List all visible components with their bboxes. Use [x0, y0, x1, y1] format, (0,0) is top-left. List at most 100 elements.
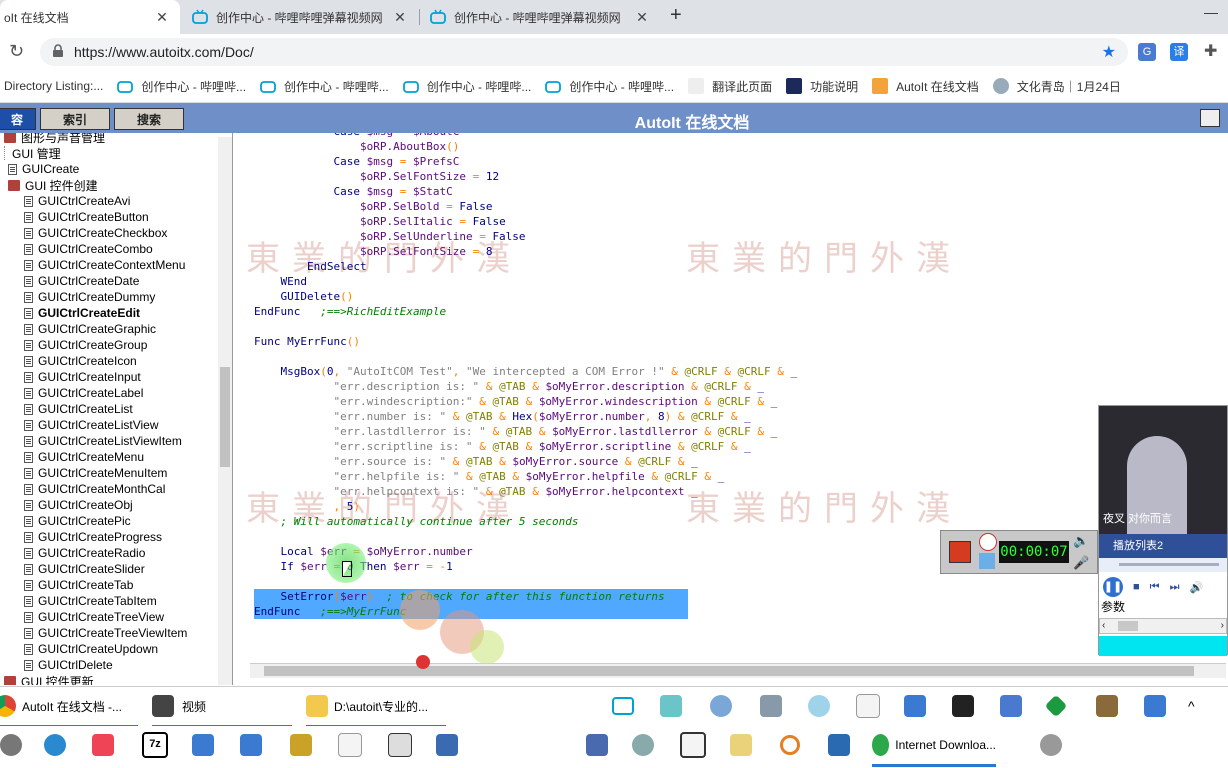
scrollbar-thumb[interactable]: [220, 367, 230, 467]
address-bar[interactable]: https://www.autoitx.com/Doc/ ★: [40, 38, 1128, 66]
taskbar-app[interactable]: [808, 687, 830, 725]
tree-scrollbar[interactable]: [218, 137, 232, 685]
taskbar-app[interactable]: [1144, 687, 1166, 725]
tree-item[interactable]: GUICtrlCreateDummy: [24, 289, 155, 305]
tree-item[interactable]: GUICtrlCreateTreeView: [24, 609, 164, 625]
tree-item[interactable]: GUICtrlCreateListView: [24, 417, 158, 433]
star-icon[interactable]: ★: [1102, 42, 1116, 62]
bookmark-autoit-docs[interactable]: AutoIt 在线文档: [872, 78, 979, 95]
taskbar-app[interactable]: [192, 726, 214, 764]
tree-item[interactable]: GUI 控件创建: [8, 177, 98, 193]
bookmark-bilibili[interactable]: 创作中心 - 哔哩哔...: [402, 78, 531, 95]
tree-item[interactable]: GUICtrlCreateMenu: [24, 449, 144, 465]
volume-icon[interactable]: 🔊: [1189, 581, 1203, 594]
close-icon[interactable]: ✕: [634, 9, 650, 26]
taskbar-app[interactable]: [710, 687, 732, 725]
taskbar-app[interactable]: [952, 687, 974, 725]
taskbar-app[interactable]: [730, 726, 752, 764]
taskbar-app[interactable]: [904, 687, 926, 725]
seek-bar[interactable]: [1099, 558, 1227, 572]
taskbar-app[interactable]: [1040, 726, 1062, 764]
tree-item[interactable]: GUICtrlCreateContextMenu: [24, 257, 185, 273]
tree-item[interactable]: GUICtrlCreatePic: [24, 513, 131, 529]
taskbar-idm[interactable]: Internet Downloa...: [872, 726, 996, 767]
close-icon[interactable]: ✕: [154, 9, 170, 26]
mic-icon[interactable]: 🎤: [1073, 555, 1089, 571]
tree-item[interactable]: GUICtrlCreateButton: [24, 209, 149, 225]
tree-item[interactable]: GUI 控件更新: [4, 673, 94, 685]
tree-item[interactable]: GUICtrlCreateIcon: [24, 353, 137, 369]
taskbar-app[interactable]: [632, 726, 654, 764]
stop-button[interactable]: ■: [1133, 581, 1140, 593]
new-tab-button[interactable]: +: [670, 4, 682, 27]
taskbar-app[interactable]: [388, 726, 412, 764]
bookmark-culture-qingdao[interactable]: 文化青岛｜1月24日: [992, 78, 1121, 95]
taskbar-app[interactable]: [856, 687, 880, 725]
taskbar-app[interactable]: [1096, 687, 1118, 725]
tree-item[interactable]: GUICtrlCreateListViewItem: [24, 433, 182, 449]
pause-button[interactable]: ❚❚: [1103, 577, 1123, 597]
taskbar-video[interactable]: 视频: [152, 687, 292, 728]
minimize-button[interactable]: —: [1204, 4, 1218, 20]
pause-icon[interactable]: [979, 553, 995, 569]
translate-extension-icon[interactable]: G: [1138, 43, 1156, 61]
tree-item[interactable]: GUICtrlCreateSlider: [24, 561, 145, 577]
taskbar-app[interactable]: [660, 687, 682, 725]
tab-bilibili-1[interactable]: 创作中心 - 哔哩哔哩弹幕视频网 ✕: [182, 0, 418, 34]
taskbar-app[interactable]: [240, 726, 262, 764]
tree-item[interactable]: GUICtrlCreateEdit: [24, 305, 140, 321]
tree-item[interactable]: GUICtrlCreateGroup: [24, 337, 147, 353]
tree-item[interactable]: GUICtrlCreateGraphic: [24, 321, 156, 337]
tab-search[interactable]: 搜索: [114, 108, 184, 130]
tree-item[interactable]: GUICtrlCreateObj: [24, 497, 133, 513]
taskbar-explorer[interactable]: D:\autoit\专业的...: [306, 687, 446, 728]
tree-item[interactable]: GUI 管理: [4, 145, 61, 161]
bookmark-translate[interactable]: 翻译此页面: [688, 78, 772, 95]
tree-item[interactable]: GUICreate: [8, 161, 79, 177]
tree-item[interactable]: GUICtrlCreateMenuItem: [24, 465, 167, 481]
taskbar-app[interactable]: [828, 726, 850, 764]
taskbar-app[interactable]: [1044, 687, 1068, 725]
content-hscrollbar[interactable]: [250, 663, 1226, 678]
bookmark-directory-listing[interactable]: Directory Listing:...: [4, 79, 103, 93]
taskbar-app[interactable]: [760, 687, 782, 725]
extensions-icon[interactable]: ✚: [1204, 41, 1217, 61]
tree-item[interactable]: GUICtrlCreateRadio: [24, 545, 145, 561]
tree-item[interactable]: GUICtrlCreateMonthCal: [24, 481, 165, 497]
taskbar-app[interactable]: [92, 726, 114, 764]
params-scrollbar[interactable]: ‹ ›: [1099, 618, 1227, 634]
print-icon[interactable]: [1200, 109, 1220, 127]
taskbar-app[interactable]: [680, 726, 706, 764]
next-button[interactable]: ⏭: [1170, 581, 1180, 594]
taskbar-bilibili[interactable]: [612, 687, 634, 725]
taskbar-chrome[interactable]: AutoIt 在线文档 -...: [0, 687, 138, 728]
bookmark-function[interactable]: 功能说明: [786, 78, 858, 95]
tree-item[interactable]: GUICtrlCreateAvi: [24, 193, 130, 209]
translate-icon[interactable]: 译: [1170, 43, 1188, 61]
taskbar-app[interactable]: [338, 726, 362, 764]
tree-item[interactable]: 图形与声音管理: [4, 133, 105, 145]
tree-item[interactable]: GUICtrlCreateCombo: [24, 241, 153, 257]
tree-item[interactable]: GUICtrlCreateInput: [24, 369, 141, 385]
tree-item[interactable]: GUICtrlCreateTabItem: [24, 593, 157, 609]
tab-autoit-docs[interactable]: oIt 在线文档 ✕: [0, 0, 180, 34]
scrollbar-thumb[interactable]: [264, 666, 1194, 676]
tree-item[interactable]: GUICtrlCreateProgress: [24, 529, 162, 545]
taskbar-app[interactable]: [780, 726, 800, 764]
taskbar-7zip[interactable]: 7z: [142, 726, 168, 764]
taskbar-app[interactable]: [436, 726, 458, 764]
tree-item[interactable]: GUICtrlCreateCheckbox: [24, 225, 167, 241]
tree-item[interactable]: GUICtrlCreateDate: [24, 273, 139, 289]
tab-bilibili-2[interactable]: 创作中心 - 哔哩哔哩弹幕视频网 ✕: [420, 0, 660, 34]
tree-item[interactable]: GUICtrlCreateList: [24, 401, 133, 417]
taskbar-app[interactable]: [586, 726, 608, 764]
tree-item[interactable]: GUICtrlCreateUpdown: [24, 641, 158, 657]
tab-index[interactable]: 索引: [40, 108, 110, 130]
tree-item[interactable]: GUICtrlDelete: [24, 657, 113, 673]
taskbar-app[interactable]: [0, 726, 22, 764]
previous-button[interactable]: ⏮: [1150, 581, 1160, 594]
tray-chevron[interactable]: ^: [1188, 687, 1195, 725]
reload-icon[interactable]: ↻: [9, 41, 24, 62]
tree-item[interactable]: GUICtrlCreateTab: [24, 577, 133, 593]
tab-contents[interactable]: 容: [0, 108, 36, 130]
